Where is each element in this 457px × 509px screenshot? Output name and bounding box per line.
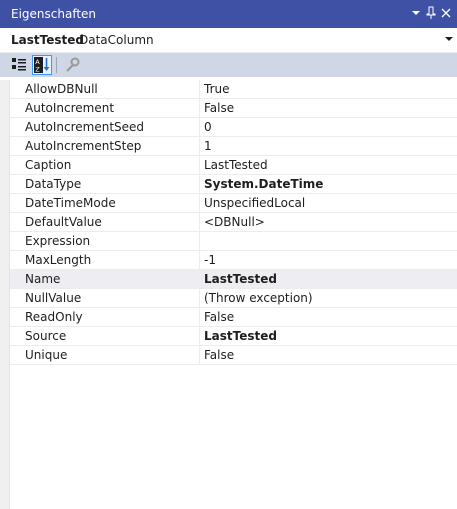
property-pages-button[interactable] (62, 55, 82, 75)
window-title: Eigenschaften (11, 7, 97, 21)
property-row[interactable]: AutoIncrementSeed 0 (10, 118, 457, 137)
pin-icon[interactable] (423, 5, 439, 21)
property-name: Name (25, 272, 61, 286)
property-row[interactable]: AutoIncrement False (10, 99, 457, 118)
property-row-selected[interactable]: Name LastTested (10, 270, 457, 289)
property-name: DataType (25, 177, 82, 191)
property-row[interactable]: NullValue (Throw exception) (10, 289, 457, 308)
property-row[interactable]: Expression (10, 232, 457, 251)
property-value[interactable]: 1 (204, 139, 212, 153)
property-name: NullValue (25, 291, 82, 305)
property-name: Unique (25, 348, 68, 362)
property-value[interactable]: 0 (204, 120, 212, 134)
property-name: DefaultValue (25, 215, 102, 229)
property-row[interactable]: AutoIncrementStep 1 (10, 137, 457, 156)
alphabetical-button[interactable]: A Z (32, 55, 52, 75)
property-row[interactable]: Caption LastTested (10, 156, 457, 175)
property-value[interactable]: False (204, 310, 234, 324)
alphabetical-icon: A Z (34, 57, 50, 74)
close-icon[interactable] (438, 5, 454, 21)
property-name: Caption (25, 158, 72, 172)
categorized-button[interactable] (9, 55, 29, 75)
property-value[interactable]: False (204, 101, 234, 115)
property-value[interactable]: False (204, 348, 234, 362)
property-row[interactable]: AllowDBNull True (10, 80, 457, 99)
object-selector[interactable]: LastTested DataColumn (0, 28, 457, 53)
grid-gutter (0, 80, 10, 509)
property-value[interactable]: -1 (204, 253, 216, 267)
property-name: AllowDBNull (25, 82, 98, 96)
property-name: Expression (25, 234, 91, 248)
property-name: AutoIncrementSeed (25, 120, 145, 134)
property-name: MaxLength (25, 253, 92, 267)
property-value[interactable]: True (204, 82, 230, 96)
object-type: DataColumn (79, 33, 154, 47)
property-value[interactable]: System.DateTime (204, 177, 323, 191)
property-name: AutoIncrementStep (25, 139, 142, 153)
property-name: ReadOnly (25, 310, 83, 324)
property-row[interactable]: DataType System.DateTime (10, 175, 457, 194)
categorized-icon (12, 58, 26, 71)
object-name: LastTested (11, 33, 84, 47)
property-row[interactable]: ReadOnly False (10, 308, 457, 327)
svg-text:Z: Z (35, 66, 40, 74)
property-row[interactable]: Unique False (10, 346, 457, 365)
property-value[interactable]: (Throw exception) (204, 291, 313, 305)
property-value[interactable]: LastTested (204, 272, 277, 286)
property-value[interactable]: UnspecifiedLocal (204, 196, 305, 210)
property-pages-icon (66, 57, 80, 72)
property-row[interactable]: DateTimeMode UnspecifiedLocal (10, 194, 457, 213)
property-value[interactable]: <DBNull> (204, 215, 265, 229)
property-grid: AllowDBNull True AutoIncrement False Aut… (0, 80, 457, 509)
chevron-down-icon[interactable] (445, 37, 453, 41)
properties-window-titlebar: Eigenschaften (0, 0, 457, 28)
property-value[interactable]: LastTested (204, 329, 277, 343)
property-row[interactable]: MaxLength -1 (10, 251, 457, 270)
dropdown-icon[interactable] (408, 5, 424, 21)
property-name: AutoIncrement (25, 101, 115, 115)
property-name: Source (25, 329, 67, 343)
property-row[interactable]: DefaultValue <DBNull> (10, 213, 457, 232)
properties-toolbar: A Z (0, 53, 457, 77)
property-name: DateTimeMode (25, 196, 116, 210)
property-row[interactable]: Source LastTested (10, 327, 457, 346)
property-value[interactable]: LastTested (204, 158, 268, 172)
toolbar-separator (56, 57, 57, 73)
